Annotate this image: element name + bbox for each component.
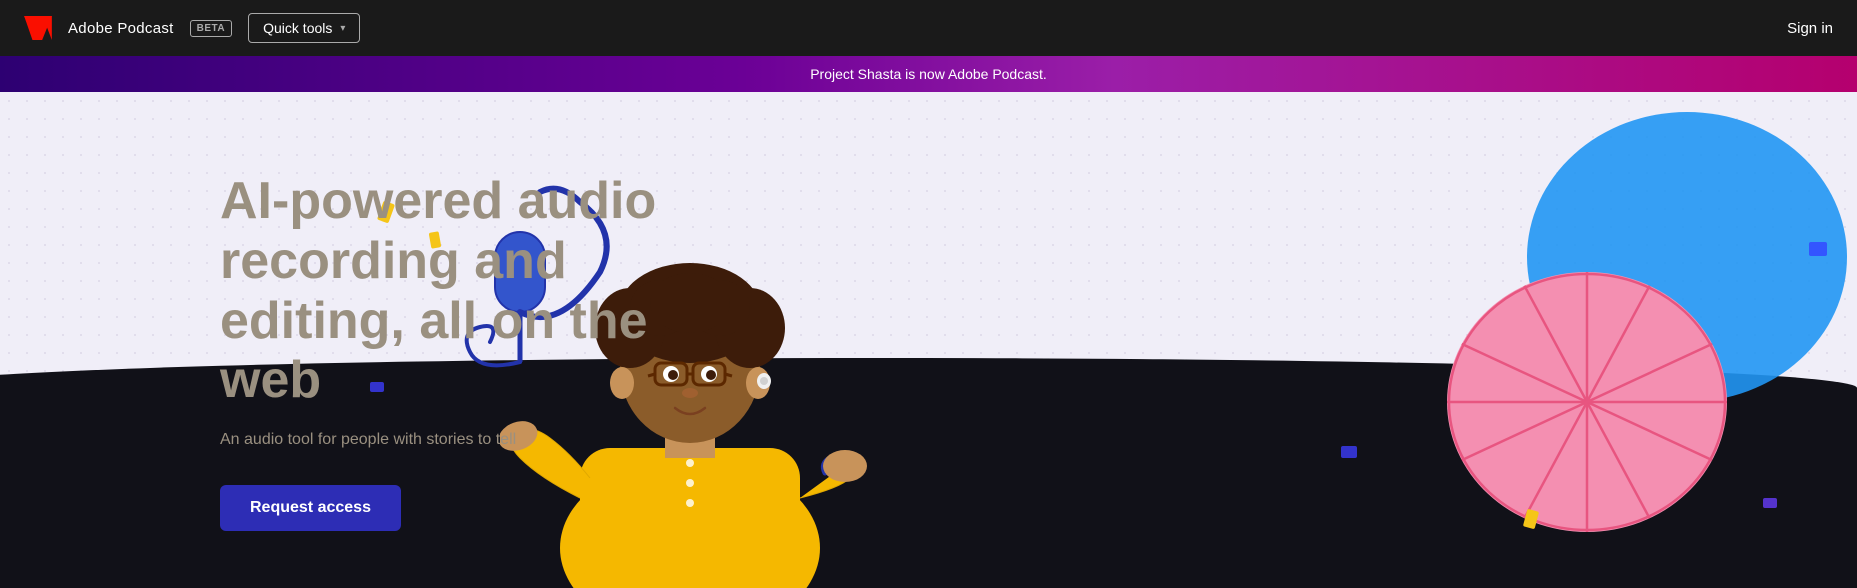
beta-badge: BETA (190, 20, 232, 37)
navbar-left: Adobe Podcast BETA Quick tools ▾ (24, 13, 360, 43)
quick-tools-label: Quick tools (263, 20, 332, 36)
announcement-text: Project Shasta is now Adobe Podcast. (810, 66, 1047, 82)
hero-section: AI-powered audio recording and editing, … (0, 92, 1857, 588)
announcement-bar: Project Shasta is now Adobe Podcast. (0, 56, 1857, 92)
request-access-button[interactable]: Request access (220, 485, 401, 531)
quick-tools-button[interactable]: Quick tools ▾ (248, 13, 360, 43)
sign-in-link[interactable]: Sign in (1787, 20, 1833, 37)
chevron-down-icon: ▾ (340, 23, 345, 34)
circle-pink-mesh (1447, 272, 1727, 532)
navbar: Adobe Podcast BETA Quick tools ▾ Sign in (0, 0, 1857, 56)
hero-content: AI-powered audio recording and editing, … (220, 172, 740, 531)
confetti-blue-corner (1809, 242, 1827, 256)
brand-name: Adobe Podcast (68, 20, 174, 37)
hero-title: AI-powered audio recording and editing, … (220, 172, 740, 411)
confetti-purple-1 (1763, 498, 1777, 508)
mesh-svg (1447, 272, 1727, 532)
confetti-blue-2 (1341, 446, 1357, 458)
adobe-icon (24, 16, 52, 40)
adobe-logo (24, 16, 52, 40)
hero-subtitle: An audio tool for people with stories to… (220, 431, 740, 449)
